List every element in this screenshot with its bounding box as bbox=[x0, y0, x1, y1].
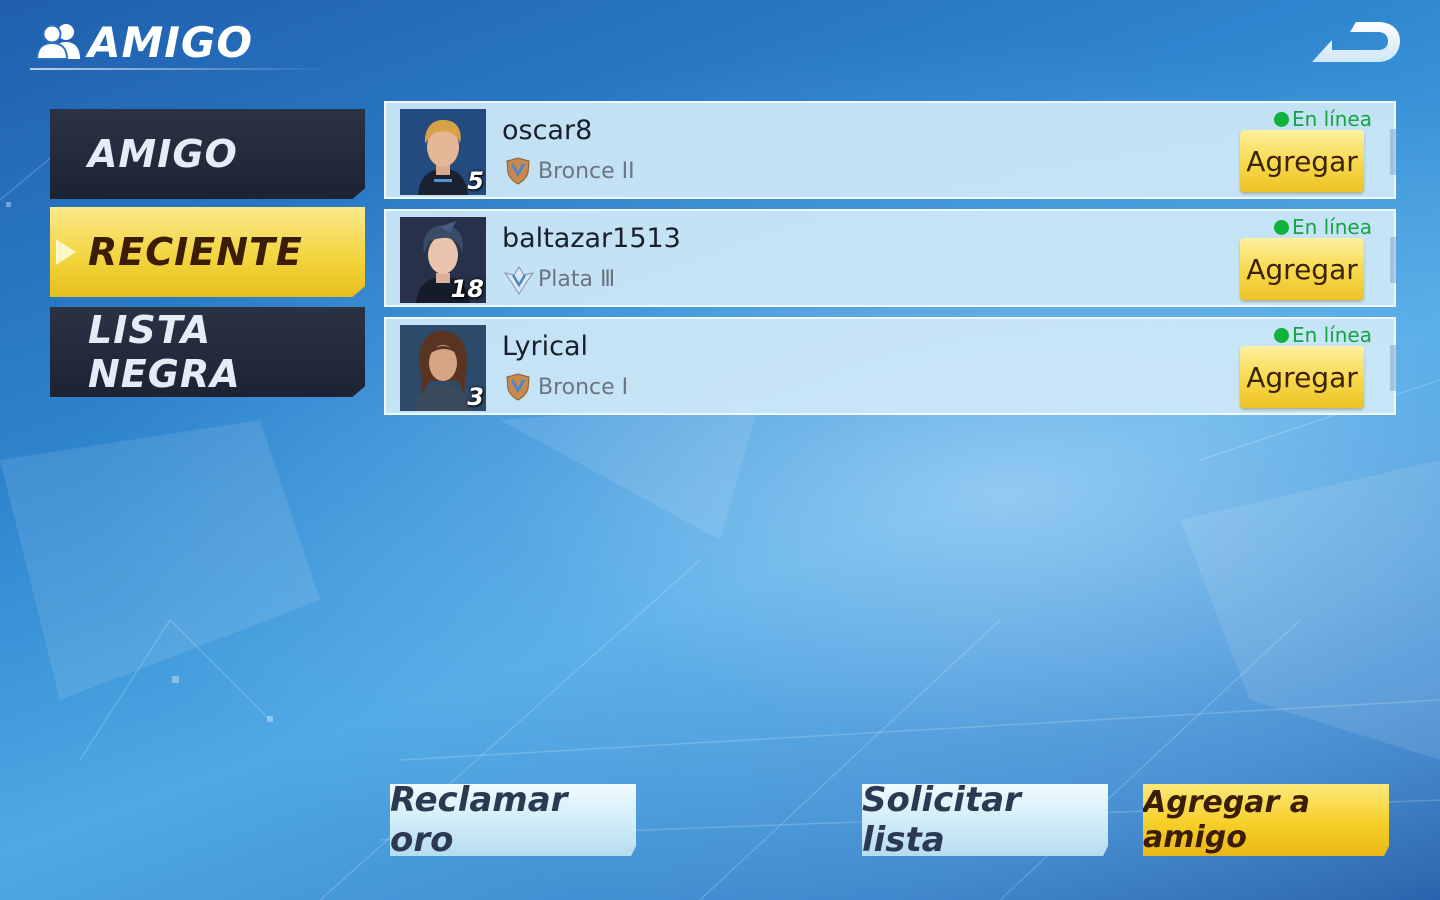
request-list-button[interactable]: Solicitar lista bbox=[862, 784, 1108, 856]
rank-label: Bronce II bbox=[538, 159, 635, 184]
friend-name: Lyrical bbox=[502, 331, 589, 362]
friend-row[interactable]: 3 Lyrical Bronce I En línea Agregar bbox=[384, 317, 1396, 415]
page-title: AMIGO bbox=[88, 18, 254, 67]
add-button[interactable]: Agregar bbox=[1240, 130, 1364, 192]
back-arrow-icon bbox=[1312, 22, 1400, 62]
tab-lista-negra[interactable]: LISTA NEGRA bbox=[50, 307, 365, 397]
tab-reciente-label: RECIENTE bbox=[88, 230, 303, 274]
status-text: En línea bbox=[1291, 107, 1372, 131]
online-status: En línea bbox=[1273, 323, 1372, 347]
selected-arrow-icon bbox=[56, 239, 76, 265]
friends-icon bbox=[35, 21, 82, 65]
friend-row[interactable]: 18 baltazar1513 Plata Ⅲ En línea Agregar bbox=[384, 209, 1396, 307]
rank-label: Plata Ⅲ bbox=[538, 267, 616, 292]
friend-name: baltazar1513 bbox=[502, 223, 681, 254]
bronze-rank-icon bbox=[504, 373, 532, 401]
level-badge: 18 bbox=[450, 275, 484, 303]
row-edge-tab bbox=[1390, 129, 1396, 175]
avatar[interactable]: 5 bbox=[400, 109, 486, 195]
avatar[interactable]: 18 bbox=[400, 217, 486, 303]
header-divider bbox=[30, 68, 330, 70]
row-edge-tab bbox=[1390, 345, 1396, 391]
online-dot-icon bbox=[1273, 111, 1289, 127]
row-edge-tab bbox=[1390, 237, 1396, 283]
avatar[interactable]: 3 bbox=[400, 325, 486, 411]
online-status: En línea bbox=[1273, 107, 1372, 131]
add-friend-button[interactable]: Agregar a amigo bbox=[1143, 784, 1389, 856]
online-dot-icon bbox=[1273, 219, 1289, 235]
online-status: En línea bbox=[1273, 215, 1372, 239]
status-text: En línea bbox=[1291, 323, 1372, 347]
level-badge: 3 bbox=[467, 383, 484, 411]
level-badge: 5 bbox=[467, 167, 484, 195]
friend-row[interactable]: 5 oscar8 Bronce II En línea Agregar bbox=[384, 101, 1396, 199]
friend-name: oscar8 bbox=[502, 115, 593, 146]
claim-gold-button[interactable]: Reclamar oro bbox=[390, 784, 636, 856]
tab-reciente[interactable]: RECIENTE bbox=[50, 207, 365, 297]
silver-rank-icon bbox=[503, 265, 535, 295]
tab-lista-negra-label: LISTA NEGRA bbox=[88, 308, 241, 396]
add-button[interactable]: Agregar bbox=[1240, 238, 1364, 300]
status-text: En línea bbox=[1291, 215, 1372, 239]
rank-label: Bronce I bbox=[538, 375, 629, 400]
tab-amigo[interactable]: AMIGO bbox=[50, 109, 365, 199]
online-dot-icon bbox=[1273, 327, 1289, 343]
header: AMIGO bbox=[35, 18, 254, 67]
bronze-rank-icon bbox=[504, 157, 532, 185]
back-button[interactable] bbox=[1310, 18, 1402, 66]
tab-amigo-label: AMIGO bbox=[88, 132, 238, 176]
add-button[interactable]: Agregar bbox=[1240, 346, 1364, 408]
